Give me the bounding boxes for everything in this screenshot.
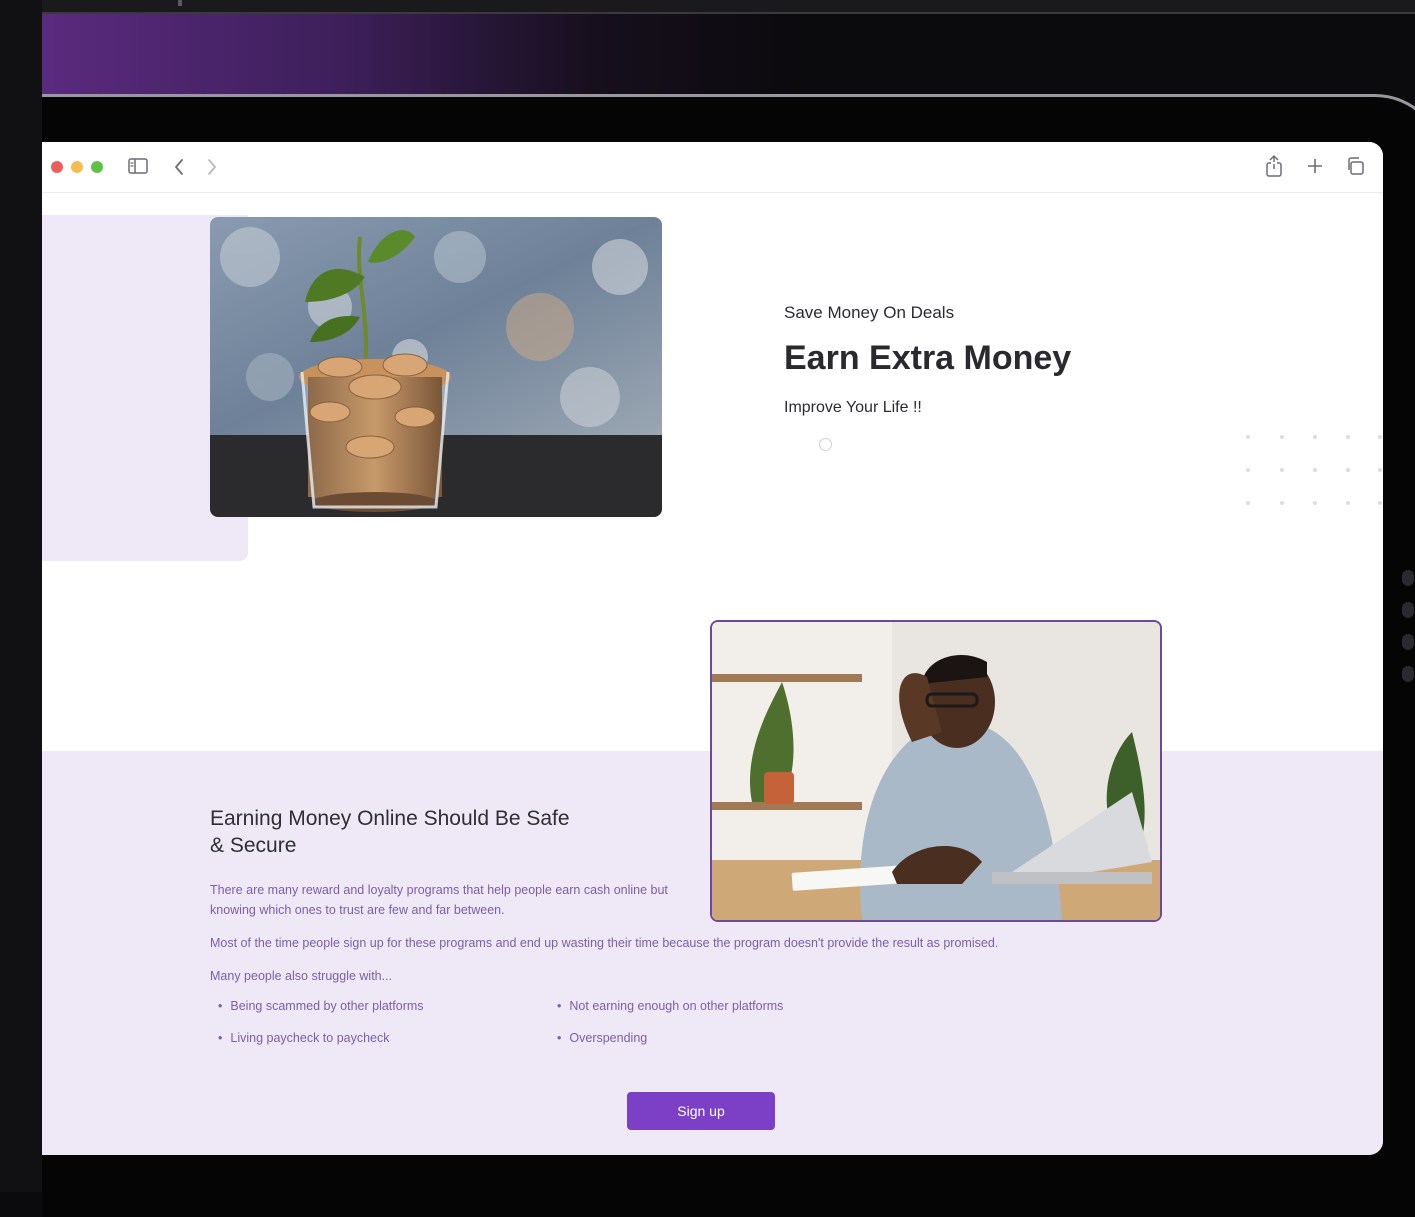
tabs-overview-icon[interactable] (1345, 156, 1365, 180)
section-paragraph-1: There are many reward and loyalty progra… (210, 883, 668, 917)
device-left-rail (0, 0, 44, 1192)
hero-subtitle: Improve Your Life !! (784, 399, 922, 416)
coins-plant-photo (210, 217, 662, 517)
sidebar-icon[interactable] (128, 157, 148, 179)
sign-up-button[interactable]: Sign up (627, 1092, 775, 1130)
section-paragraph-3: Many people also struggle with... (210, 969, 393, 983)
web-page: Save Money On Deals Earn Extra Money Imp… (42, 193, 1383, 1155)
hero-title: Earn Extra Money (784, 339, 1072, 377)
device-side-buttons (1398, 570, 1415, 730)
bullet-item: Living paycheck to paycheck (218, 1031, 389, 1045)
hero-eyebrow: Save Money On Deals (784, 303, 955, 322)
close-window-button[interactable] (51, 161, 63, 173)
section-paragraph-2: Most of the time people sign up for thes… (210, 936, 999, 950)
forward-icon[interactable] (206, 157, 218, 181)
bullet-item: Not earning enough on other platforms (557, 999, 783, 1013)
maximize-window-button[interactable] (91, 161, 103, 173)
carousel-indicator[interactable] (819, 438, 832, 451)
bullet-item: Overspending (557, 1031, 647, 1045)
background-glow (42, 14, 1415, 98)
browser-toolbar (42, 142, 1383, 193)
new-tab-icon[interactable] (1306, 157, 1324, 179)
bullet-item: Being scammed by other platforms (218, 999, 423, 1013)
back-icon[interactable] (173, 157, 185, 181)
minimize-window-button[interactable] (71, 161, 83, 173)
section-title: Earning Money Online Should Be Safe & Se… (210, 807, 570, 857)
stressed-man-photo (710, 620, 1162, 922)
share-icon[interactable] (1265, 154, 1283, 182)
browser-window: Save Money On Deals Earn Extra Money Imp… (42, 142, 1383, 1155)
decorative-dot-grid (1242, 435, 1382, 515)
top-window-strip (42, 0, 1415, 14)
